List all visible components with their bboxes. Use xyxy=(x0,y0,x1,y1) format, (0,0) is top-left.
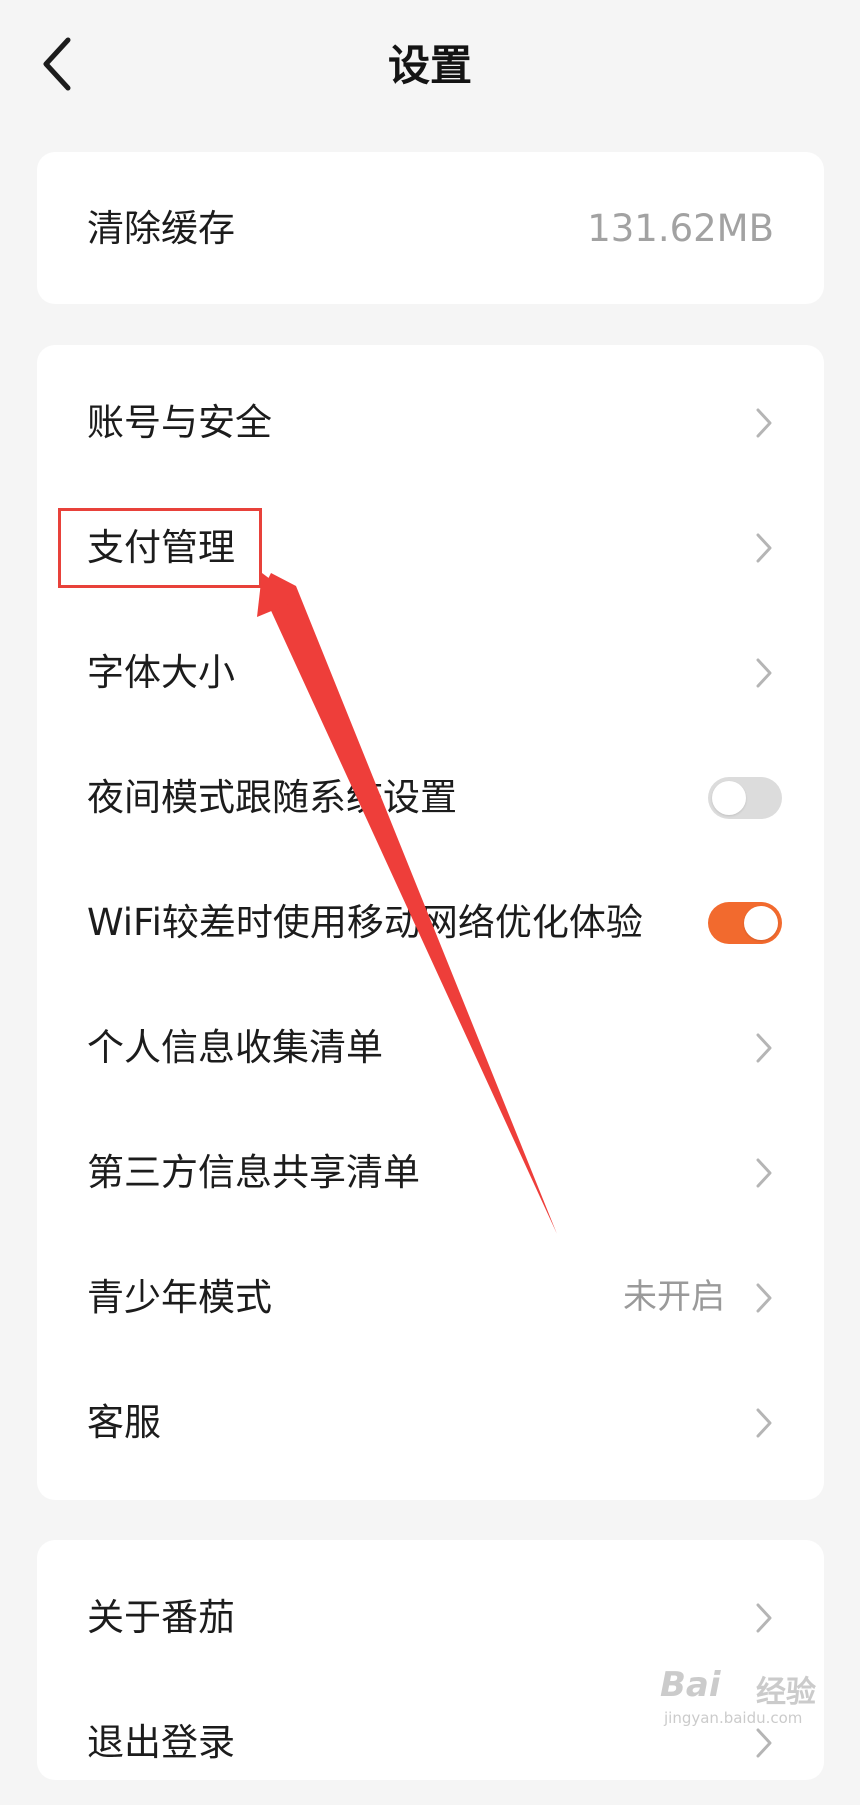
watermark-logo: Bai xyxy=(660,1665,721,1705)
about-row[interactable]: 关于番茄 xyxy=(37,1555,824,1680)
chevron-right-icon xyxy=(756,533,772,563)
customer-service-row[interactable]: 客服 xyxy=(37,1360,824,1485)
cache-size-value: 131.62MB xyxy=(587,207,774,250)
font-size-label: 字体大小 xyxy=(87,651,235,694)
night-mode-label: 夜间模式跟随系统设置 xyxy=(87,776,457,819)
third-party-list-label: 第三方信息共享清单 xyxy=(87,1151,420,1194)
logout-label: 退出登录 xyxy=(87,1721,235,1764)
account-security-row[interactable]: 账号与安全 xyxy=(37,360,824,485)
toggle-knob xyxy=(712,781,746,815)
chevron-right-icon xyxy=(756,1033,772,1063)
clear-cache-row[interactable]: 清除缓存 131.62MB xyxy=(37,166,824,291)
cache-card: 清除缓存 131.62MB xyxy=(37,152,824,304)
watermark-site: jingyan.baidu.com xyxy=(664,1709,803,1727)
chevron-right-icon xyxy=(756,658,772,688)
chevron-right-icon xyxy=(756,1158,772,1188)
youth-mode-label: 青少年模式 xyxy=(87,1276,272,1319)
page-title: 设置 xyxy=(387,41,472,90)
wifi-optimize-toggle[interactable] xyxy=(708,902,782,944)
font-size-row[interactable]: 字体大小 xyxy=(37,610,824,735)
night-mode-row: 夜间模式跟随系统设置 xyxy=(37,735,824,860)
settings-card: 账号与安全 支付管理 字体大小 夜间模式跟随系统设置 WiFi较差时使用移动网络… xyxy=(37,345,824,1500)
top-bar: 设置 xyxy=(0,0,860,135)
chevron-right-icon xyxy=(756,1408,772,1438)
chevron-right-icon xyxy=(756,1603,772,1633)
watermark-text: 经验 xyxy=(756,1675,816,1710)
account-security-label: 账号与安全 xyxy=(87,401,272,444)
payment-management-row[interactable]: 支付管理 xyxy=(37,485,824,610)
chevron-right-icon xyxy=(756,1728,772,1758)
chevron-right-icon xyxy=(756,408,772,438)
chevron-right-icon xyxy=(756,1283,772,1313)
youth-mode-status: 未开启 xyxy=(623,1277,725,1317)
about-card: 关于番茄 退出登录 xyxy=(37,1540,824,1780)
clear-cache-label: 清除缓存 xyxy=(87,207,235,250)
wifi-optimize-row: WiFi较差时使用移动网络优化体验 xyxy=(37,860,824,985)
watermark: Bai 经验 jingyan.baidu.com xyxy=(660,1665,820,1727)
night-mode-toggle[interactable] xyxy=(708,777,782,819)
personal-info-list-label: 个人信息收集清单 xyxy=(87,1026,383,1069)
personal-info-list-row[interactable]: 个人信息收集清单 xyxy=(37,985,824,1110)
wifi-optimize-label: WiFi较差时使用移动网络优化体验 xyxy=(87,901,643,944)
youth-mode-row[interactable]: 青少年模式 未开启 xyxy=(37,1235,824,1360)
toggle-knob xyxy=(744,906,778,940)
payment-management-label: 支付管理 xyxy=(87,526,235,569)
about-label: 关于番茄 xyxy=(87,1596,235,1639)
third-party-list-row[interactable]: 第三方信息共享清单 xyxy=(37,1110,824,1235)
customer-service-label: 客服 xyxy=(87,1401,161,1444)
